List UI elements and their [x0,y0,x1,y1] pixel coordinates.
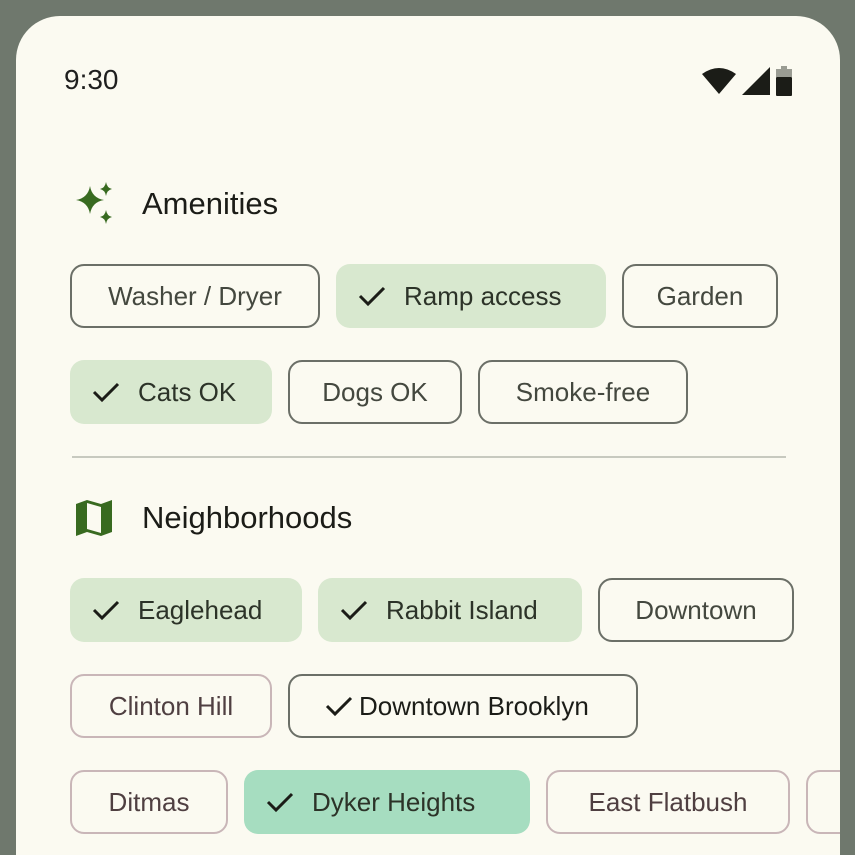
phone-screen: 9:30 Amenities Washer / Dryer Ramp acces… [16,16,840,855]
chip-east-flatbush[interactable]: East Flatbush [546,770,790,834]
section-divider [72,456,786,458]
status-icons [702,65,792,97]
wifi-icon [702,68,736,94]
signal-icon [742,67,770,95]
chip-label: Cats OK [138,376,237,407]
check-icon [354,278,390,314]
amenities-row-2: Cats OK Dogs OK Smoke-free [70,360,688,424]
check-icon [336,592,372,628]
chip-rabbit-island[interactable]: Rabbit Island [318,578,582,642]
chip-label: Dyker Heights [312,786,476,817]
chip-label: Clinton Hill [108,690,234,721]
chip-washer-dryer[interactable]: Washer / Dryer [70,264,320,328]
chip-label: Ramp access [404,280,562,311]
device-frame: 9:30 Amenities Washer / Dryer Ramp acces… [0,0,855,855]
neighborhoods-title: Neighborhoods [142,500,353,535]
chip-label: Smoke-free [515,376,651,407]
chip-cats-ok[interactable]: Cats OK [70,360,272,424]
battery-icon [776,66,792,96]
chip-ramp-access[interactable]: Ramp access [336,264,606,328]
chip-label: Downtown Brooklyn [359,690,589,721]
check-icon [88,592,124,628]
check-icon [323,688,355,724]
neighborhoods-row-2: Clinton Hill Downtown Brooklyn [70,674,638,738]
sparkle-icon [70,180,118,228]
chip-label: Downtown [635,594,757,625]
chip-eaglehead[interactable]: Eaglehead [70,578,302,642]
amenities-row-1: Washer / Dryer Ramp access Garden [70,264,778,328]
amenities-title: Amenities [142,186,279,221]
chip-label: Eaglehead [138,594,263,625]
chip-label: Garden [656,280,744,311]
chip-downtown-brooklyn[interactable]: Downtown Brooklyn [288,674,638,738]
chip-dogs-ok[interactable]: Dogs OK [288,360,462,424]
chip-garden[interactable]: Garden [622,264,778,328]
amenities-header: Amenities [70,180,278,228]
status-time: 9:30 [64,64,119,95]
neighborhoods-row-1: Eaglehead Rabbit Island Downtown [70,578,794,642]
check-icon [262,784,298,820]
chip-label: Dogs OK [322,376,428,407]
neighborhoods-header: Neighborhoods [70,494,352,542]
chip-downtown[interactable]: Downtown [598,578,794,642]
chip-label: Ditmas [108,786,190,817]
neighborhoods-row-3: Ditmas Dyker Heights East Flatbush [70,770,840,834]
check-icon [88,374,124,410]
chip-label: Rabbit Island [386,594,538,625]
status-bar: 9:30 [16,16,840,116]
chip-label: Washer / Dryer [108,280,282,311]
chip-smoke-free[interactable]: Smoke-free [478,360,688,424]
chip-dyker-heights[interactable]: Dyker Heights [244,770,530,834]
chip-label: East Flatbush [588,786,748,817]
map-icon [70,494,118,542]
chip-ditmas[interactable]: Ditmas [70,770,228,834]
chip-partial-offscreen[interactable] [806,770,840,834]
chip-clinton-hill[interactable]: Clinton Hill [70,674,272,738]
